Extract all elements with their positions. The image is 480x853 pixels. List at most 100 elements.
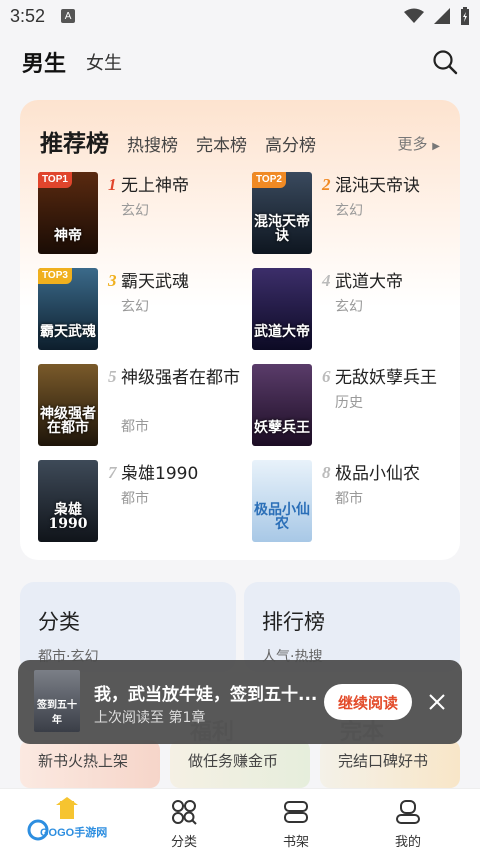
ranking-tabs: 推荐榜 热搜榜 完本榜 高分榜 更多 ▶ (40, 118, 440, 158)
book-item[interactable]: 霸天武魂 TOP3 3 霸天武魂 玄幻 (38, 268, 253, 352)
book-cover-title: 极品小仙农 (254, 501, 310, 533)
tab-high-score[interactable]: 高分榜 (265, 131, 316, 156)
wifi-icon (404, 8, 424, 23)
book-title: 神级强者在都市 (121, 368, 240, 388)
rank-badge: TOP3 (38, 268, 72, 284)
rank-number: 3 (108, 271, 117, 290)
book-cover: 枭雄1990 (38, 460, 98, 542)
rank-number: 1 (108, 175, 117, 194)
book-genre: 玄幻 (121, 203, 149, 219)
signal-icon (434, 8, 450, 24)
category-icon (172, 800, 197, 825)
book-cover-title: 霸天武魂 (40, 324, 96, 341)
book-title: 无敌妖孽兵王 (335, 368, 437, 388)
toast-cover-title: 签到五十年 (37, 700, 77, 726)
rank-badge: TOP1 (38, 172, 72, 188)
close-icon[interactable] (426, 691, 448, 713)
book-cover-title: 武道大帝 (254, 324, 310, 341)
continue-reading-toast[interactable]: 签到五十年 我，武当放牛娃，签到五十... 上次阅读至 第1章 继续阅读 (18, 660, 462, 744)
book-item[interactable]: 混沌天帝诀 TOP2 2 混沌天帝诀 玄幻 (252, 172, 460, 256)
book-title: 霸天武魂 (121, 272, 189, 292)
book-cover: 混沌天帝诀 TOP2 (252, 172, 312, 254)
book-title: 混沌天帝诀 (335, 176, 420, 196)
book-genre: 都市 (121, 419, 149, 435)
book-title: 武道大帝 (335, 272, 403, 292)
rank-number: 7 (108, 463, 117, 482)
logo-text: GOGO手游网 (40, 827, 108, 839)
battery-icon (461, 7, 469, 25)
book-cover: 霸天武魂 TOP3 (38, 268, 98, 350)
nav-bookshelf-label: 书架 (282, 835, 309, 850)
nav-category[interactable]: 分类 (144, 799, 224, 850)
book-cover-title: 神帝 (54, 228, 82, 245)
book-genre: 玄幻 (335, 203, 363, 219)
chevron-right-icon: ▶ (432, 141, 440, 152)
gogo-logo: GOGO手游网 (24, 797, 124, 847)
rank-number: 4 (322, 271, 331, 290)
book-cover-title: 妖孽兵王 (254, 420, 310, 437)
book-genre: 都市 (335, 491, 363, 507)
book-cover: 神级强者在都市 (38, 364, 98, 446)
toast-book-title: 我，武当放牛娃，签到五十... (94, 685, 318, 705)
banner-completed-label: 完结口碑好书 (338, 752, 429, 770)
notification-icon: A (61, 9, 76, 23)
ranking-tile[interactable]: 排行榜 人气·热搜 (244, 582, 460, 672)
gender-tabs: 男生 女生 (0, 40, 480, 84)
status-time: 3:52 (10, 5, 46, 26)
book-cover-title: 神级强者在都市 (40, 405, 96, 437)
book-title: 无上神帝 (121, 176, 189, 196)
rank-number: 6 (322, 367, 331, 386)
ranking-card: 推荐榜 热搜榜 完本榜 高分榜 更多 ▶ 神帝 TOP1 1 无上神帝 玄幻 混沌天帝诀 T… (20, 100, 460, 560)
tab-completed[interactable]: 完本榜 (196, 131, 247, 156)
book-cover-title: 枭雄1990 (48, 501, 88, 533)
promo-banners: 新书火热上架 福利 做任务赚金币 完本 完结口碑好书 (20, 720, 460, 790)
tab-recommended[interactable]: 推荐榜 (40, 124, 109, 158)
profile-icon (396, 800, 420, 824)
status-icons (404, 7, 470, 25)
status-bar: 3:52 A (0, 0, 480, 32)
banner-completed[interactable]: 完本 完结口碑好书 (320, 720, 460, 788)
book-cover: 妖孽兵王 (252, 364, 312, 446)
book-item[interactable]: 妖孽兵王 6 无敌妖孽兵王历史 (252, 364, 460, 448)
book-item[interactable]: 神帝 TOP1 1 无上神帝玄幻 (38, 172, 253, 256)
book-cover: 神帝 TOP1 (38, 172, 98, 254)
nav-profile-label: 我的 (394, 835, 421, 850)
nav-profile[interactable]: 我的 (368, 799, 448, 850)
book-genre: 玄幻 (335, 299, 363, 315)
book-cover-title: 混沌天帝诀 (254, 213, 310, 245)
banner-tasks[interactable]: 福利 做任务赚金币 (170, 720, 310, 788)
tab-female[interactable]: 女生 (86, 49, 122, 75)
toast-progress: 上次阅读至 第1章 (94, 710, 206, 726)
bookshelf-icon (284, 801, 308, 823)
book-cover: 武道大帝 (252, 268, 312, 350)
book-item[interactable]: 神级强者在都市 5 神级强者在都市 都市 (38, 364, 253, 448)
book-item[interactable]: 极品小仙农 8 极品小仙农 都市 (252, 460, 460, 544)
rank-number: 5 (108, 367, 117, 386)
rank-number: 2 (322, 175, 331, 194)
more-link[interactable]: 更多 ▶ (398, 133, 441, 154)
toast-book-cover: 签到五十年 (34, 670, 80, 732)
ranking-tile-title: 排行榜 (262, 610, 325, 634)
nav-bookshelf[interactable]: 书架 (256, 799, 336, 850)
category-tile-title: 分类 (38, 610, 80, 634)
book-genre: 都市 (121, 491, 149, 507)
tab-male[interactable]: 男生 (22, 46, 66, 78)
nav-category-label: 分类 (170, 835, 197, 850)
book-title: 枭雄1990 (121, 464, 199, 484)
banner-new-books-label: 新书火热上架 (38, 752, 129, 770)
banner-tasks-label: 做任务赚金币 (188, 752, 279, 770)
bottom-nav: GOGO手游网 分类 书架 我的 (0, 788, 480, 853)
book-title: 极品小仙农 (335, 464, 420, 484)
banner-new-books[interactable]: 新书火热上架 (20, 740, 160, 788)
book-item[interactable]: 枭雄1990 7 枭雄1990 都市 (38, 460, 253, 544)
book-item[interactable]: 武道大帝 4 武道大帝 玄幻 (252, 268, 460, 352)
search-icon[interactable] (432, 49, 458, 75)
rank-badge: TOP2 (252, 172, 286, 188)
book-cover: 极品小仙农 (252, 460, 312, 542)
book-genre: 历史 (335, 395, 363, 411)
book-genre: 玄幻 (121, 299, 149, 315)
tab-hot-search[interactable]: 热搜榜 (127, 131, 178, 156)
category-tile[interactable]: 分类 都市·玄幻 (20, 582, 236, 672)
continue-reading-button[interactable]: 继续阅读 (324, 684, 412, 720)
rank-number: 8 (322, 463, 331, 482)
